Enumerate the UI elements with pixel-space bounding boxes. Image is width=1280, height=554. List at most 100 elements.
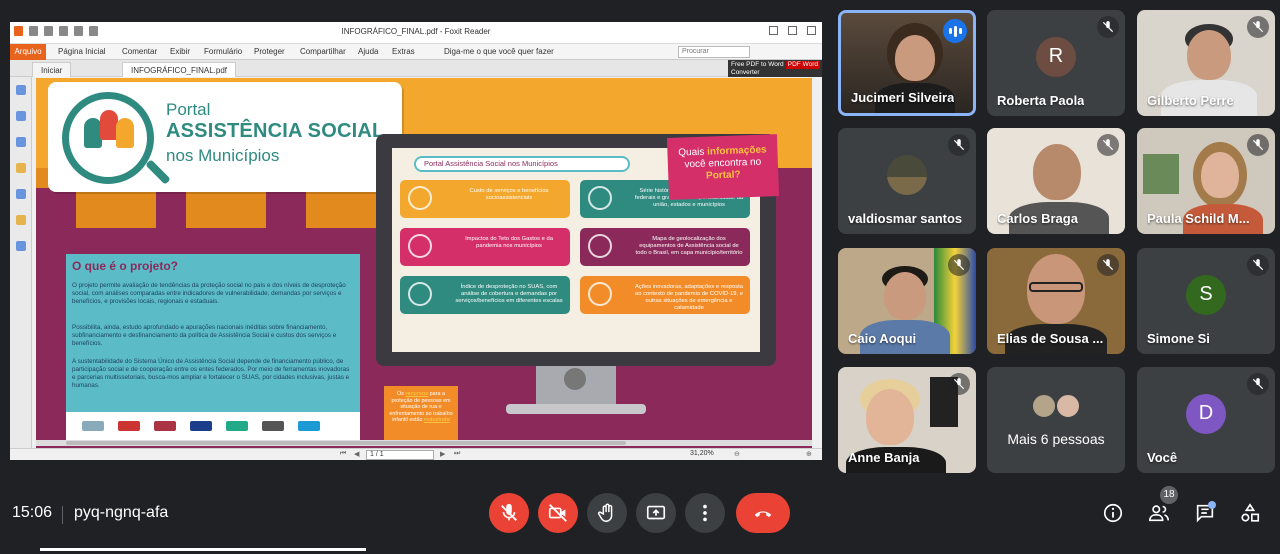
chat-notification-dot: [1208, 501, 1216, 509]
monitor-base: [506, 404, 646, 414]
zoom-out-icon[interactable]: ⊖: [734, 450, 740, 458]
logo-line2: ASSISTÊNCIA SOCIAL: [166, 120, 385, 142]
participant-tile[interactable]: R Roberta Paola: [987, 10, 1125, 116]
menu-compartilhar[interactable]: Compartilhar: [300, 47, 346, 56]
participant-name: Simone Si: [1147, 331, 1210, 346]
power-button-icon: [564, 368, 586, 390]
page-number-field[interactable]: 1 / 1: [366, 450, 434, 460]
activities-button[interactable]: [1237, 500, 1263, 526]
more-people-tile[interactable]: Mais 6 pessoas: [987, 367, 1125, 473]
info-card: Mapa de geolocalização dos equipamentos …: [580, 228, 750, 266]
more-vert-icon: [703, 504, 707, 522]
zoom-in-icon[interactable]: ⊕: [806, 450, 812, 458]
comments-icon[interactable]: [15, 163, 26, 173]
promo-banner[interactable]: Free PDF to Word Converter PDF Word: [728, 60, 822, 77]
partner-logo: [118, 421, 140, 431]
leave-call-button[interactable]: [736, 493, 790, 533]
first-page-icon[interactable]: ⏮: [340, 450, 346, 458]
participant-tile[interactable]: Carlos Braga: [987, 128, 1125, 234]
reader-titlebar: INFOGRÁFICO_FINAL.pdf - Foxit Reader: [10, 22, 822, 44]
bookmark-icon[interactable]: [15, 85, 26, 95]
menu-ajuda[interactable]: Ajuda: [358, 47, 378, 56]
participant-name: Anne Banja: [848, 450, 920, 465]
people-count-badge: 18: [1160, 486, 1178, 504]
participant-name: Você: [1147, 450, 1178, 465]
partner-logo: [262, 421, 284, 431]
info-card: Índice de desproteção no SUAS, com análi…: [400, 276, 570, 314]
lock-icon[interactable]: [15, 215, 26, 225]
info-card: Impactos do Teto dos Gastos e da pandemi…: [400, 228, 570, 266]
speaking-indicator-icon: [943, 19, 967, 43]
participant-tile[interactable]: valdiosmar santos: [838, 128, 976, 234]
avatar: [1055, 393, 1081, 419]
menu-extras[interactable]: Extras: [392, 47, 415, 56]
mic-off-icon: [948, 254, 970, 276]
menu-comentar[interactable]: Comentar: [122, 47, 157, 56]
partner-logos: [66, 412, 360, 440]
mic-off-icon: [1247, 134, 1269, 156]
menu-proteger[interactable]: Proteger: [254, 47, 285, 56]
maximize-icon[interactable]: [788, 26, 797, 35]
camera-off-icon: [548, 504, 567, 522]
tab-infografico[interactable]: INFOGRÁFICO_FINAL.pdf: [122, 62, 237, 77]
figure-icon: [116, 118, 134, 148]
close-icon[interactable]: [807, 26, 816, 35]
attachment-icon[interactable]: [15, 189, 26, 199]
mic-off-icon: [1097, 16, 1119, 38]
loading-progress-bar: [40, 548, 366, 551]
mic-toggle-button[interactable]: [489, 493, 529, 533]
menu-formulario[interactable]: Formulário: [204, 47, 242, 56]
participant-tile[interactable]: Elias de Sousa ...: [987, 248, 1125, 354]
raise-hand-button[interactable]: [587, 493, 627, 533]
chart-icon: [408, 282, 432, 306]
mic-off-icon: [1247, 16, 1269, 38]
promo-line2: Converter: [731, 69, 760, 76]
last-page-icon[interactable]: ⏭: [454, 450, 460, 458]
hang-up-icon: [754, 511, 772, 518]
horizontal-scrollbar[interactable]: [36, 440, 812, 446]
participant-tile[interactable]: Jucimeri Silveira: [838, 10, 976, 116]
tab-iniciar[interactable]: Iniciar: [32, 62, 72, 77]
mic-off-icon: [948, 134, 970, 156]
map-icon: [588, 234, 612, 258]
portal-search-bar: Portal Assistência Social nos Municípios: [414, 156, 630, 172]
participant-tile[interactable]: Gilberto Perre: [1137, 10, 1275, 116]
menu-pagina-inicial[interactable]: Página Inicial: [58, 47, 106, 56]
layers-icon[interactable]: [15, 137, 26, 147]
info-icon: [1103, 503, 1123, 523]
meeting-code: pyq-ngnq-afa: [74, 504, 169, 521]
camera-toggle-button[interactable]: [538, 493, 578, 533]
reader-sidebar: [10, 77, 32, 448]
partner-logo: [154, 421, 176, 431]
participant-name: Carlos Braga: [997, 211, 1078, 226]
self-tile[interactable]: D Você: [1137, 367, 1275, 473]
participant-tile[interactable]: Paula Schild M...: [1137, 128, 1275, 234]
avatar: [1031, 393, 1057, 419]
signature-icon[interactable]: [15, 241, 26, 251]
pages-icon[interactable]: [15, 111, 26, 121]
portal-logo: Portal ASSISTÊNCIA SOCIAL nos Municípios: [48, 82, 402, 192]
minimize-icon[interactable]: [769, 26, 778, 35]
mic-off-icon: [1247, 373, 1269, 395]
menu-arquivo[interactable]: Arquivo: [10, 44, 46, 60]
participant-tile[interactable]: Caio Aoqui: [838, 248, 976, 354]
present-screen-button[interactable]: [636, 493, 676, 533]
reader-search-input[interactable]: Procurar: [678, 46, 750, 58]
more-options-button[interactable]: [685, 493, 725, 533]
money-flow-icon: [588, 186, 612, 210]
resources-note: Os recursos para a proteção de pessoas e…: [384, 386, 458, 442]
prev-page-icon[interactable]: ◀: [354, 450, 359, 458]
scroll-thumb[interactable]: [66, 441, 626, 445]
partner-logo: [226, 421, 248, 431]
menu-exibir[interactable]: Exibir: [170, 47, 190, 56]
logo-line1: Portal: [166, 100, 211, 119]
participant-name: Paula Schild M...: [1147, 211, 1250, 226]
tell-me-box[interactable]: Diga-me o que você quer fazer: [444, 47, 554, 56]
meeting-details-button[interactable]: [1100, 500, 1126, 526]
next-page-icon[interactable]: ▶: [440, 450, 445, 458]
activities-icon: [1241, 503, 1260, 522]
participant-tile[interactable]: S Simone Si: [1137, 248, 1275, 354]
partner-logo: [82, 421, 104, 431]
participant-tile[interactable]: Anne Banja: [838, 367, 976, 473]
reader-title: INFOGRÁFICO_FINAL.pdf - Foxit Reader: [341, 27, 491, 36]
